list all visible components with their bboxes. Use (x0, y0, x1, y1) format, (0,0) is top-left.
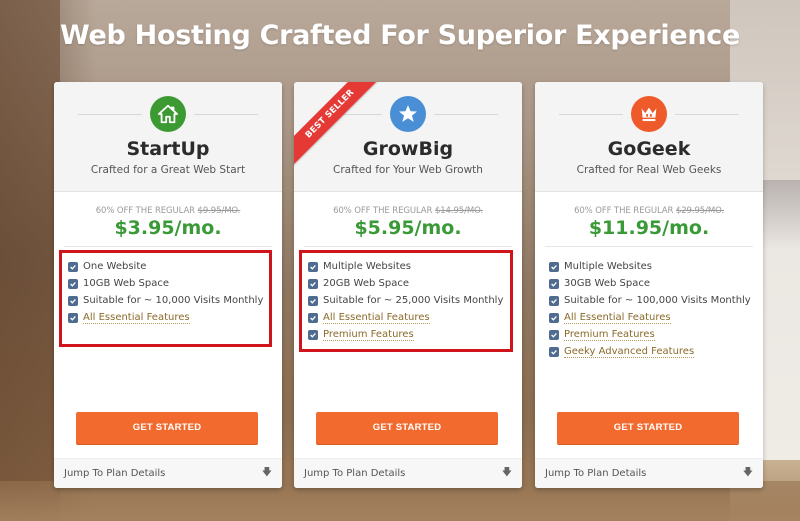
checkbox-icon (68, 278, 78, 289)
plan-name: GoGeek (607, 138, 691, 160)
page-headline: Web Hosting Crafted For Superior Experie… (59, 20, 740, 51)
feature-item: Premium Features (308, 326, 516, 343)
arrow-down-icon: 🡇 (261, 467, 272, 478)
checkbox-icon (549, 346, 559, 357)
feature-item: All Essential Features (549, 309, 757, 326)
feature-link[interactable]: Premium Features (323, 329, 414, 341)
feature-item: Suitable for ~ 25,000 Visits Monthly (308, 292, 516, 309)
checkbox-icon (549, 312, 559, 323)
feature-list: Multiple Websites 30GB Web Space Suitabl… (549, 258, 757, 360)
checkbox-icon (308, 312, 318, 323)
feature-link[interactable]: Premium Features (564, 329, 655, 341)
discount-label: 60% OFF THE REGULAR (95, 206, 195, 216)
checkbox-icon (68, 295, 78, 306)
checkbox-icon (308, 278, 318, 289)
divider (304, 246, 512, 247)
plan-tagline: Crafted for a Great Web Start (90, 164, 246, 176)
divider (434, 114, 498, 115)
regular-price-note: 60% OFF THE REGULAR $29.95/MO. (535, 206, 763, 216)
feature-item: Premium Features (549, 326, 757, 343)
checkbox-icon (68, 261, 78, 272)
plan-name: StartUp (126, 138, 210, 160)
plan-header: StartUp Crafted for a Great Web Start (54, 82, 282, 192)
plan-price: $5.95/mo. (354, 217, 462, 239)
feature-item: 30GB Web Space (549, 275, 757, 292)
jump-to-plan-details[interactable]: Jump To Plan Details 🡇 (535, 458, 763, 488)
feature-item: Suitable for ~ 100,000 Visits Monthly (549, 292, 757, 309)
feature-item: All Essential Features (308, 309, 516, 326)
regular-price: $29.95/MO. (675, 206, 724, 216)
arrow-down-icon: 🡇 (742, 467, 753, 478)
plan-price: $11.95/mo. (588, 217, 710, 239)
discount-label: 60% OFF THE REGULAR (574, 206, 674, 216)
checkbox-icon (549, 261, 559, 272)
checkbox-icon (549, 278, 559, 289)
feature-item: Suitable for ~ 10,000 Visits Monthly (68, 292, 276, 309)
get-started-button[interactable]: GET STARTED (76, 412, 258, 444)
feature-link[interactable]: All Essential Features (83, 312, 190, 324)
get-started-button[interactable]: GET STARTED (557, 412, 739, 444)
star-icon (390, 96, 426, 132)
discount-label: 60% OFF THE REGULAR (333, 206, 433, 216)
background-left (0, 0, 60, 521)
plan-card-startup: StartUp Crafted for a Great Web Start 60… (54, 82, 282, 488)
regular-price-note: 60% OFF THE REGULAR $14.95/MO. (294, 206, 522, 216)
feature-item: Geeky Advanced Features (549, 343, 757, 360)
divider (675, 114, 739, 115)
feature-item: 20GB Web Space (308, 275, 516, 292)
regular-price: $9.95/MO. (197, 206, 241, 216)
jump-to-plan-details[interactable]: Jump To Plan Details 🡇 (54, 458, 282, 488)
regular-price-note: 60% OFF THE REGULAR $9.95/MO. (54, 206, 282, 216)
arrow-down-icon: 🡇 (501, 467, 512, 478)
crown-icon (631, 96, 667, 132)
divider (64, 246, 272, 247)
jump-label: Jump To Plan Details (304, 468, 406, 479)
divider (559, 114, 623, 115)
divider (78, 114, 142, 115)
feature-item: 10GB Web Space (68, 275, 276, 292)
feature-item: All Essential Features (68, 309, 276, 326)
feature-link[interactable]: All Essential Features (564, 312, 671, 324)
ribbon-label: BEST SELLER (294, 82, 384, 171)
feature-list: One Website 10GB Web Space Suitable for … (68, 258, 276, 326)
feature-item: Multiple Websites (549, 258, 757, 275)
house-icon (150, 96, 186, 132)
feature-item: Multiple Websites (308, 258, 516, 275)
checkbox-icon (308, 261, 318, 272)
checkbox-icon (549, 295, 559, 306)
plan-tagline: Crafted for Real Web Geeks (576, 164, 722, 176)
checkbox-icon (308, 329, 318, 340)
feature-list: Multiple Websites 20GB Web Space Suitabl… (308, 258, 516, 343)
jump-label: Jump To Plan Details (64, 468, 166, 479)
divider (545, 246, 753, 247)
checkbox-icon (308, 295, 318, 306)
regular-price: $14.95/MO. (434, 206, 483, 216)
plan-price: $3.95/mo. (114, 217, 222, 239)
feature-link[interactable]: All Essential Features (323, 312, 430, 324)
checkbox-icon (549, 329, 559, 340)
checkbox-icon (68, 312, 78, 323)
plan-card-growbig: GrowBig Crafted for Your Web Growth BEST… (294, 82, 522, 488)
get-started-button[interactable]: GET STARTED (316, 412, 498, 444)
jump-to-plan-details[interactable]: Jump To Plan Details 🡇 (294, 458, 522, 488)
divider (194, 114, 258, 115)
jump-label: Jump To Plan Details (545, 468, 647, 479)
best-seller-ribbon: BEST SELLER (294, 82, 384, 172)
feature-link[interactable]: Geeky Advanced Features (564, 346, 695, 358)
plan-header: GoGeek Crafted for Real Web Geeks (535, 82, 763, 192)
plan-card-gogeek: GoGeek Crafted for Real Web Geeks 60% OF… (535, 82, 763, 488)
feature-item: One Website (68, 258, 276, 275)
